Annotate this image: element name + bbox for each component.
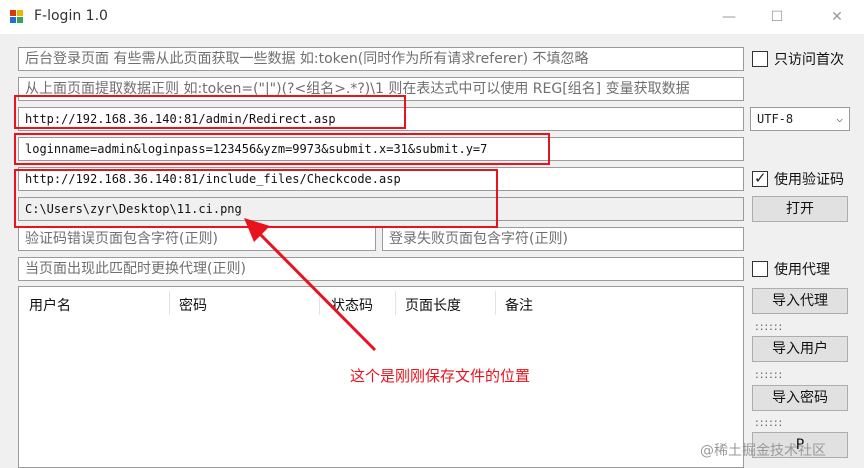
watermark: @稀土掘金技术社区 (700, 443, 826, 459)
minimize-button[interactable]: — (718, 6, 740, 28)
use-captcha-label: 使用验证码 (774, 172, 844, 188)
use-proxy-checkbox[interactable] (752, 261, 768, 277)
login-fail-input[interactable]: 登录失败页面包含字符(正则) (382, 227, 744, 251)
annotation-text: 这个是刚刚保存文件的位置 (350, 367, 531, 385)
splitter-handle[interactable]: :::::: (755, 416, 783, 429)
app-icon (10, 10, 23, 23)
encoding-select[interactable]: UTF-8 ⌵ (750, 107, 850, 131)
use-proxy-label: 使用代理 (774, 262, 830, 278)
column-header-remarks[interactable]: 备注 (505, 295, 533, 315)
import-proxy-button[interactable]: 导入代理 (752, 288, 848, 314)
only-first-visit-label: 只访问首次 (774, 52, 844, 68)
highlight-box-login-url (14, 95, 406, 129)
annotation-arrow-icon (244, 218, 377, 352)
import-password-button[interactable]: 导入密码 (752, 385, 848, 411)
splitter-handle[interactable]: :::::: (755, 320, 783, 333)
column-header-password[interactable]: 密码 (179, 295, 207, 315)
only-first-visit-checkbox[interactable] (752, 51, 768, 67)
highlight-box-post-data (14, 133, 550, 165)
admin-page-input[interactable]: 后台登录页面 有些需从此页面获取一些数据 如:token(同时作为所有请求ref… (18, 47, 744, 71)
column-header-username[interactable]: 用户名 (29, 295, 71, 315)
open-button[interactable]: 打开 (752, 196, 848, 222)
splitter-handle[interactable]: :::::: (755, 368, 783, 381)
column-separator[interactable] (495, 291, 496, 315)
column-separator[interactable] (395, 291, 396, 315)
column-header-page-length[interactable]: 页面长度 (405, 295, 461, 315)
window-title: F-login 1.0 (34, 8, 108, 24)
import-user-button[interactable]: 导入用户 (752, 336, 848, 362)
close-button[interactable]: ✕ (826, 6, 848, 28)
maximize-button[interactable]: ☐ (766, 6, 788, 28)
chevron-down-icon: ⌵ (836, 112, 843, 125)
encoding-selected-value: UTF-8 (757, 112, 794, 126)
column-separator[interactable] (169, 291, 170, 315)
use-captcha-checkbox[interactable] (752, 169, 768, 187)
